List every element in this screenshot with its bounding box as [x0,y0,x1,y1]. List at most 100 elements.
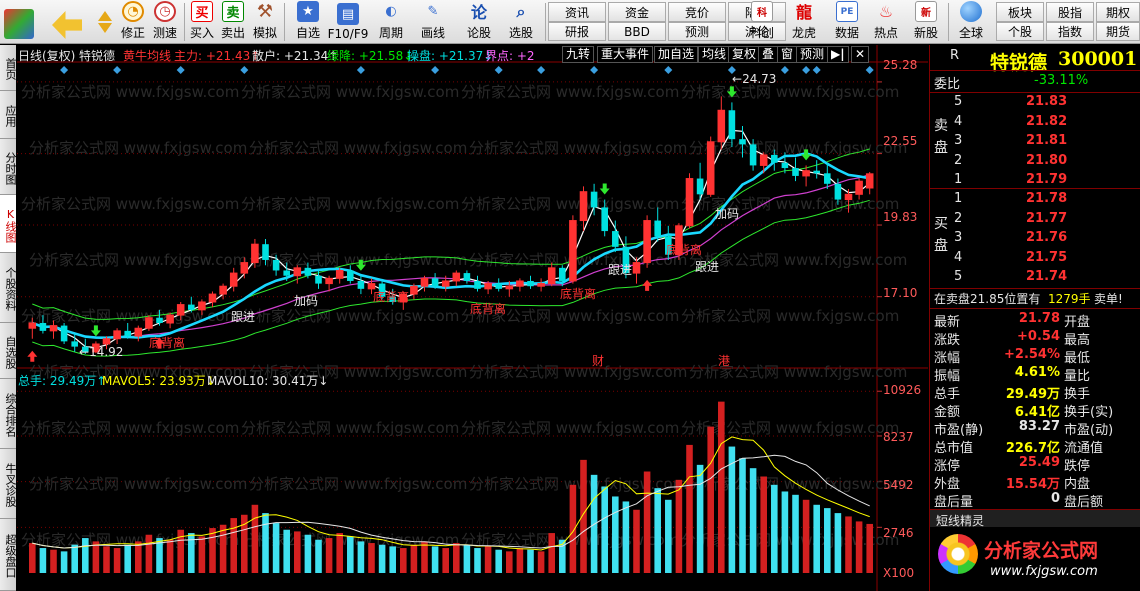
add-watchlist-button[interactable]: 加自选 [654,46,699,63]
adjust-button[interactable]: 复权 [728,46,761,63]
event-marker[interactable]: 港 [718,352,730,369]
close-icon[interactable]: ✕ [851,46,870,63]
tab-super-order-book[interactable]: 超级盘口 [0,519,17,591]
notice-tail: 卖单! [1094,292,1123,306]
play-forward-icon[interactable]: ▶| [827,46,849,63]
individual-stock-label: 个股 [1007,25,1032,39]
period-button[interactable]: ◐ 周期 [372,1,410,43]
window-button[interactable]: 窗 [777,46,798,63]
signal-label: 底背离 [373,290,410,304]
revise-button[interactable]: ◔ 修正 [118,1,148,43]
individual-stock-button[interactable]: 个股 [996,22,1044,41]
major-events-button[interactable]: 重大事件 [597,46,654,63]
volume-bar-up [453,543,460,573]
retail-value: 散户: +21.34↑ [252,49,339,63]
bid-level-row[interactable]: 4 21.75 [934,250,1138,268]
ipo-button[interactable]: 新 新股 [908,1,944,43]
bid-level-number: 5 [954,269,963,284]
discuss-button[interactable]: 论 论股 [460,1,498,43]
bid-level-row[interactable]: 5 21.74 [934,269,1138,287]
futures-label: 期货 [1105,25,1130,39]
speed-test-label: 测速 [152,26,177,40]
draw-line-button[interactable]: ✎ 画线 [414,1,452,43]
back-button[interactable] [50,1,84,43]
stat-row: 外盘 15.54万 内盘 [934,473,1138,492]
kline-chart[interactable]: 分析家公式网 www.fxjgsw.com 分析家公式网 www.fxjgsw.c… [17,45,928,591]
tab-home[interactable]: 首页 [0,45,17,91]
candle-body-up [49,325,58,332]
volume-bar-down [792,494,799,573]
volume-bar-down [262,513,269,573]
volume-bar-up [484,546,492,573]
hotspot-button[interactable]: ♨ 热点 [868,1,904,43]
toolbar-divider [948,3,949,41]
indicator-name[interactable]: 黄牛均线 [123,47,171,64]
index-button[interactable]: 指数 [1046,22,1094,41]
funds-button[interactable]: 资金 [608,2,666,22]
candle-body-down [357,280,365,289]
stock-index-button[interactable]: 股指 [1046,2,1094,22]
home-grid-button[interactable] [4,1,34,43]
candle-body-down [813,170,820,174]
simulate-button[interactable]: ⚒ 模拟 [250,1,280,43]
sell-button[interactable]: 卖 卖出 [219,1,247,43]
candle-body-down [559,267,566,281]
dragon-tiger-button[interactable]: 龍 龙虎 [784,1,824,43]
futures-button[interactable]: 期货 [1096,22,1140,41]
tab-diagnosis[interactable]: 牛叉诊股 [0,449,17,519]
volume-bar-up [294,531,301,573]
speed-test-button[interactable]: ◷ 测速 [150,1,180,43]
watermark-text: 分析家公式网 www.fxjgsw.com [461,195,679,213]
tab-ranking[interactable]: 综合排名 [0,379,17,449]
event-marker[interactable]: 财 [592,352,604,369]
ask-level-row[interactable]: 2 21.80 [934,153,1138,171]
tab-apps[interactable]: 应用 [0,91,17,139]
forecast-button[interactable]: 预测 [668,22,726,41]
bbd-label: BBD [624,24,650,39]
buy-button[interactable]: 买 买入 [188,1,216,43]
volume-bar-up [569,484,577,573]
predict-button[interactable]: 预测 [796,46,829,63]
tab-watchlist[interactable]: 自选股 [0,323,17,379]
overlay-button[interactable]: 叠 [758,46,779,63]
ask-level-row[interactable]: 5 21.83 [934,94,1138,112]
large-order-notice[interactable]: 在卖盘21.85位置有 1279手 卖单! [934,290,1138,308]
star-market-button[interactable]: 科 科创 [744,1,780,43]
tab-stock-profile[interactable]: 个股资料 [0,253,17,323]
short-line-header[interactable]: 短线精灵 [930,509,1140,528]
high-price-marker: ←24.73 [732,72,777,86]
scroll-up-down-button[interactable] [92,1,118,43]
research-button[interactable]: 研报 [548,22,606,41]
f10-button[interactable]: ▤ F10/F9 [326,1,370,43]
watchlist-label: 自选 [295,26,320,40]
auction-label: 竞价 [684,5,709,20]
bid-level-row[interactable]: 1 21.78 [934,191,1138,209]
bid-level-row[interactable]: 2 21.77 [934,211,1138,229]
options-button[interactable]: 期权 [1096,2,1140,22]
candle-body-down [272,259,280,271]
volume-bar-up [802,499,810,573]
ipo-label: 新股 [913,26,938,40]
price-tick: 25.28 [883,58,918,72]
volume-bar-up [209,528,216,573]
ask-level-number: 1 [954,172,963,187]
funds-label: 资金 [624,5,649,20]
tab-intraday[interactable]: 分时图 [0,139,17,195]
sector-button[interactable]: 板块 [996,2,1044,22]
info-button[interactable]: 资讯 [548,2,606,22]
ma-button[interactable]: 均线 [698,46,731,63]
ask-level-row[interactable]: 3 21.81 [934,133,1138,151]
stat-row: 总市值 226.7亿 流通值 [934,437,1138,456]
global-button[interactable]: 全球 [952,1,990,43]
nine-turn-button[interactable]: 九转 [562,46,595,63]
bbd-button[interactable]: BBD [608,22,666,41]
volume-bar-up [368,543,375,573]
auction-button[interactable]: 竞价 [668,2,726,22]
candle-body-up [102,338,111,345]
stock-picker-button[interactable]: ⌕ 选股 [500,1,542,43]
ask-level-row[interactable]: 4 21.82 [934,114,1138,132]
watchlist-button[interactable]: ★ 自选 [290,1,326,43]
tab-kline[interactable]: K线图 [0,195,17,253]
bid-level-row[interactable]: 3 21.76 [934,230,1138,248]
data-button[interactable]: PE 数据 [828,1,866,43]
